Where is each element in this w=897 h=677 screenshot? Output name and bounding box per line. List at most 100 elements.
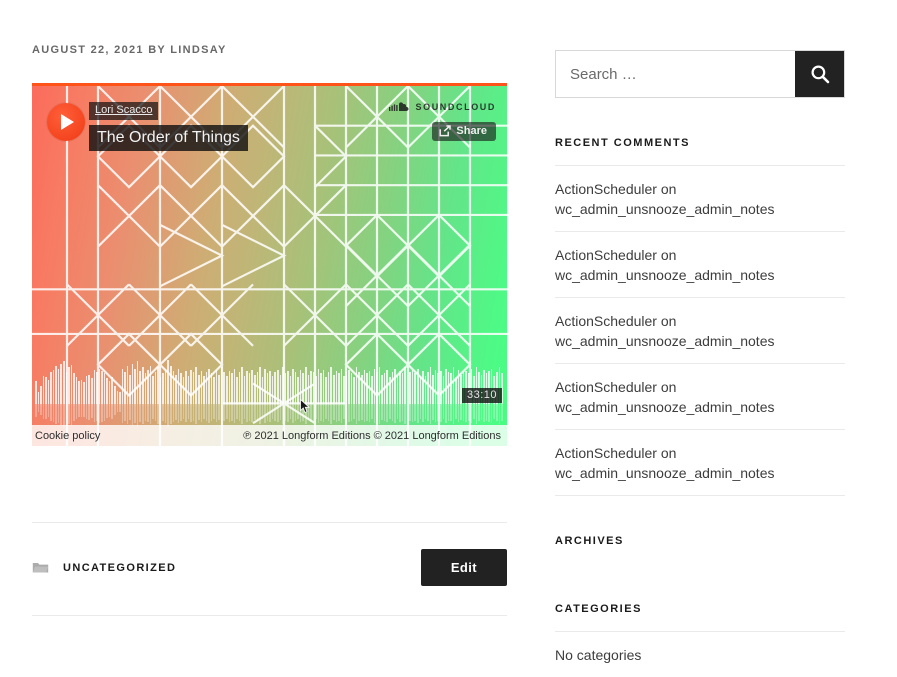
recent-comment-item: ActionScheduler on wc_admin_unsnooze_adm… [555,297,845,363]
waveform-bar [226,360,228,419]
waveform-bar [231,360,233,421]
waveform-bar [417,360,419,423]
waveform-bar [218,360,220,420]
waveform[interactable] [32,360,507,427]
waveform-bar [119,360,121,412]
waveform-bar [294,360,297,421]
waveform-bar [85,360,88,419]
waveform-bar [139,360,141,422]
search-input[interactable] [556,51,795,97]
waveform-bar [147,360,149,422]
soundcloud-player[interactable]: Lori Scacco The Order of Things SOUNDCLO… [32,83,507,446]
waveform-bar [455,360,457,419]
waveform-bar [187,360,190,419]
waveform-bar [203,360,205,419]
waveform-bar [243,360,246,419]
waveform-bar [381,360,383,420]
waveform-bar [264,360,266,423]
waveform-bar [432,360,434,420]
waveform-bar [338,360,340,421]
waveform-bar [215,360,218,422]
category-link-uncategorized[interactable]: UNCATEGORIZED [63,562,176,574]
waveform-bar [126,360,129,424]
share-button[interactable]: Share [432,122,496,141]
waveform-bar [65,360,68,421]
player-footer-bar: Cookie policy ℗ 2021 Longform Editions ©… [32,425,507,446]
waveform-bar [208,360,210,423]
waveform-bar [152,360,154,419]
track-title[interactable]: The Order of Things [89,125,248,151]
waveform-bar [52,360,55,422]
waveform-bar [404,360,406,424]
soundcloud-brand-text: SOUNDCLOUD [415,102,496,112]
mouse-cursor-icon [300,399,311,413]
waveform-bar [98,360,101,423]
waveform-bar [246,360,248,422]
waveform-bar [419,360,422,419]
waveform-bar [42,360,45,419]
waveform-bar [457,360,460,422]
waveform-bar [83,360,85,417]
comment-author[interactable]: ActionScheduler [555,181,657,197]
categories-empty: No categories [555,631,845,677]
waveform-bar [175,360,177,420]
comment-post-link[interactable]: wc_admin_unsnooze_admin_notes [555,267,774,283]
comment-author[interactable]: ActionScheduler [555,445,657,461]
post-author[interactable]: LINDSAY [170,44,226,56]
waveform-bar [236,360,238,419]
waveform-bar [304,360,307,424]
soundcloud-brand[interactable]: SOUNDCLOUD [388,102,497,112]
waveform-bar [315,360,317,419]
recent-comment-item: ActionScheduler on wc_admin_unsnooze_adm… [555,231,845,297]
edit-button[interactable]: Edit [420,549,507,586]
waveform-bar [55,360,57,424]
waveform-bar [409,360,411,421]
waveform-bar [70,360,73,425]
artist-link[interactable]: Lori Scacco [89,102,159,120]
waveform-bar [350,360,353,421]
comment-post-link[interactable]: wc_admin_unsnooze_admin_notes [555,201,774,217]
waveform-bar [164,360,167,423]
waveform-bar [399,360,401,422]
main-content: AUGUST 22, 2021 BY LINDSAY Lori Scacco T… [0,0,535,639]
search-button[interactable] [795,51,844,97]
waveform-bar [445,360,447,423]
waveform-bar [279,360,282,420]
waveform-bar [447,360,450,421]
waveform-bar [256,360,259,421]
waveform-bar [159,360,162,419]
post-date[interactable]: AUGUST 22, 2021 [32,44,144,56]
page-root: AUGUST 22, 2021 BY LINDSAY Lori Scacco T… [0,0,897,663]
comment-post-link[interactable]: wc_admin_unsnooze_admin_notes [555,465,774,481]
waveform-bar [274,360,276,421]
waveform-bar [88,360,91,420]
comment-author[interactable]: ActionScheduler [555,379,657,395]
waveform-bar [276,360,279,422]
waveform-bar [394,360,396,423]
comment-author[interactable]: ActionScheduler [555,313,657,329]
comment-post-link[interactable]: wc_admin_unsnooze_admin_notes [555,333,774,349]
comment-author[interactable]: ActionScheduler [555,247,657,263]
waveform-bar [437,360,439,421]
widget-archives: Archives [555,535,845,547]
track-titles: Lori Scacco The Order of Things [89,100,248,151]
waveform-bar [157,360,159,424]
waveform-bar [169,360,172,424]
waveform-bar [297,360,299,419]
waveform-bar [450,360,452,421]
waveform-bar [190,360,192,422]
waveform-bar [248,360,251,421]
play-button[interactable] [47,103,85,141]
waveform-bar [144,360,147,421]
waveform-bar [396,360,399,419]
comment-post-link[interactable]: wc_admin_unsnooze_admin_notes [555,399,774,415]
waveform-bar [57,360,60,423]
waveform-bar [327,360,330,421]
soundcloud-logo-icon [388,102,409,111]
waveform-bar [355,360,358,424]
waveform-bar [371,360,373,419]
entry-footer: UNCATEGORIZED Edit [32,522,507,616]
cookie-policy-link[interactable]: Cookie policy [35,430,100,442]
waveform-bar [259,360,261,424]
waveform-bar [93,360,96,422]
